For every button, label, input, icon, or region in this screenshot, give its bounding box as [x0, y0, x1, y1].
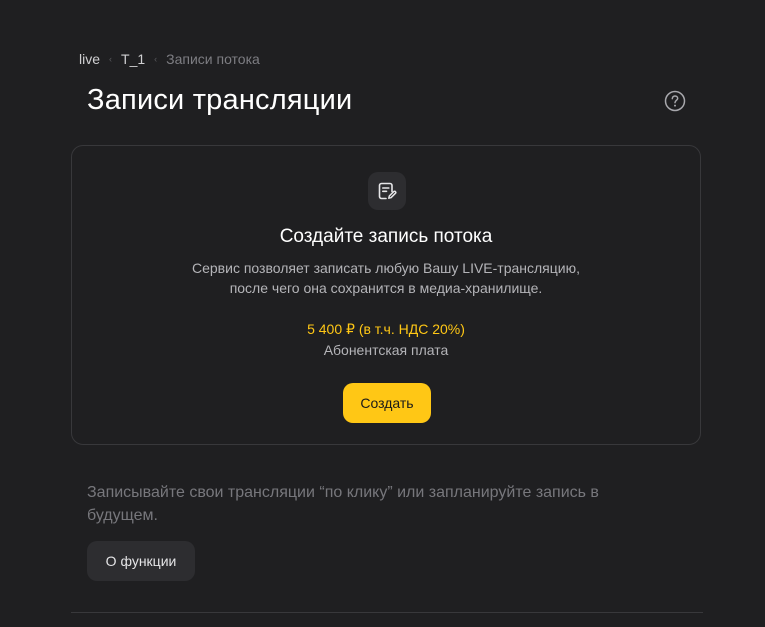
divider	[71, 612, 703, 613]
page: live ‹ T_1 ‹ Записи потока Записи трансл…	[0, 0, 765, 627]
note-edit-icon	[368, 172, 406, 210]
breadcrumb-separator: ‹	[154, 54, 158, 64]
breadcrumb-item-live[interactable]: live	[79, 51, 100, 67]
create-button[interactable]: Создать	[343, 383, 431, 423]
card-description: Сервис позволяет записать любую Вашу LIV…	[72, 258, 700, 298]
feature-info-text: Записывайте свои трансляции “по клику” и…	[87, 484, 599, 524]
help-circle-icon[interactable]	[664, 90, 686, 112]
page-title: Записи трансляции	[87, 84, 353, 116]
card-description-line: после чего она сохранится в медиа-хранил…	[229, 280, 543, 296]
card-description-line: Сервис позволяет записать любую Вашу LIV…	[192, 260, 580, 276]
subscription-fee-label: Абонентская плата	[323, 342, 449, 358]
breadcrumb-separator: ‹	[109, 54, 113, 64]
price-label: 5 400 ₽ (в т.ч. НДС 20%)	[307, 321, 465, 337]
breadcrumb: live ‹ T_1 ‹ Записи потока	[79, 50, 260, 68]
about-feature-button[interactable]: О функции	[87, 541, 195, 581]
create-recording-card: Создайте запись потока Сервис позволяет …	[71, 145, 701, 445]
card-title: Создайте запись потока	[279, 226, 493, 247]
breadcrumb-item-current: Записи потока	[166, 51, 260, 67]
breadcrumb-item-t1[interactable]: T_1	[121, 51, 145, 67]
